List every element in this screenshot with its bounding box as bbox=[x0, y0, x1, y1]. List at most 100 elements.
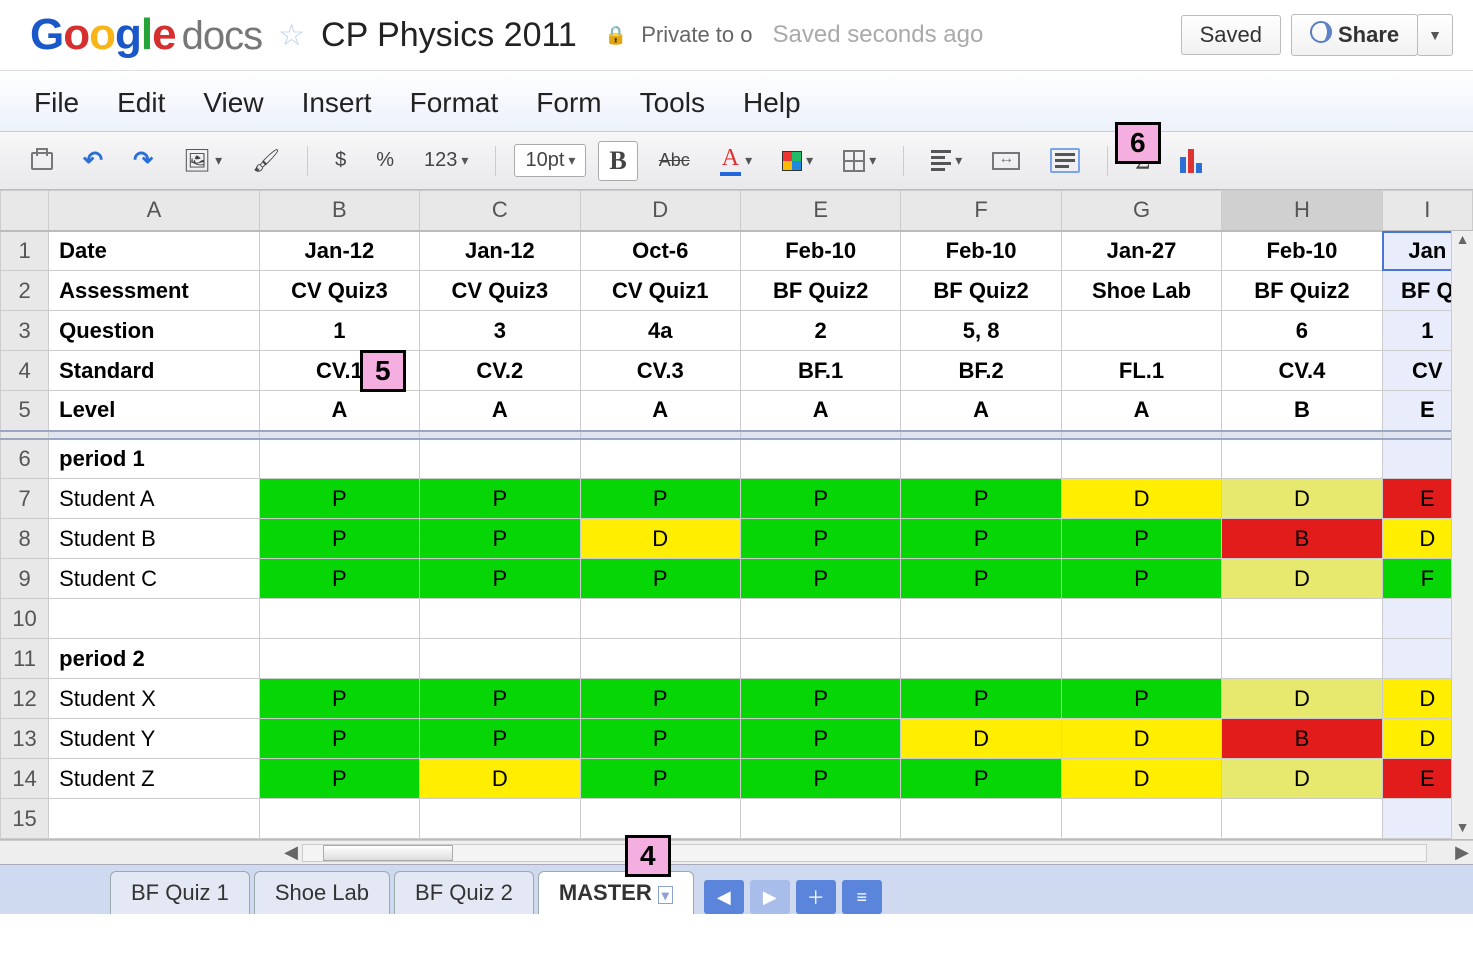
cell[interactable] bbox=[1061, 639, 1221, 679]
print-button[interactable] bbox=[22, 147, 62, 175]
sheet-tab-menu-icon[interactable]: ▾ bbox=[658, 886, 673, 904]
cell[interactable] bbox=[259, 639, 419, 679]
strikethrough-button[interactable]: Abc bbox=[650, 145, 699, 176]
col-header-I[interactable]: I bbox=[1382, 191, 1472, 231]
cell[interactable] bbox=[420, 799, 580, 839]
cell[interactable]: Student A bbox=[49, 479, 260, 519]
cell[interactable]: P bbox=[740, 559, 900, 599]
cell[interactable]: CV.3 bbox=[580, 351, 740, 391]
cell[interactable]: Standard bbox=[49, 351, 260, 391]
row-header[interactable]: 2 bbox=[1, 271, 49, 311]
cell[interactable]: Student Z bbox=[49, 759, 260, 799]
sheet-tab[interactable]: MASTER▾ bbox=[538, 871, 694, 914]
cell[interactable] bbox=[1222, 439, 1382, 479]
cell[interactable]: P bbox=[1061, 519, 1221, 559]
cell[interactable] bbox=[901, 599, 1061, 639]
cell[interactable]: Jan-27 bbox=[1061, 231, 1221, 271]
cell[interactable] bbox=[580, 799, 740, 839]
cell[interactable]: Student X bbox=[49, 679, 260, 719]
text-color-button[interactable]: A ▾ bbox=[711, 140, 761, 181]
cell[interactable]: BF Quiz2 bbox=[740, 271, 900, 311]
row-header[interactable]: 12 bbox=[1, 679, 49, 719]
cell[interactable]: Jan-12 bbox=[259, 231, 419, 271]
cell[interactable]: BF Quiz2 bbox=[901, 271, 1061, 311]
sheet-tab[interactable]: BF Quiz 2 bbox=[394, 871, 534, 914]
col-header-C[interactable]: C bbox=[420, 191, 580, 231]
col-header-F[interactable]: F bbox=[901, 191, 1061, 231]
cell[interactable]: period 1 bbox=[49, 439, 260, 479]
cell[interactable]: P bbox=[901, 519, 1061, 559]
cell[interactable] bbox=[740, 799, 900, 839]
cell[interactable] bbox=[259, 799, 419, 839]
cell[interactable] bbox=[1222, 799, 1382, 839]
row-header[interactable]: 7 bbox=[1, 479, 49, 519]
cell[interactable] bbox=[901, 639, 1061, 679]
cell[interactable] bbox=[580, 599, 740, 639]
cell[interactable]: P bbox=[901, 559, 1061, 599]
cell[interactable]: P bbox=[259, 479, 419, 519]
cell[interactable] bbox=[49, 599, 260, 639]
cell[interactable]: Question bbox=[49, 311, 260, 351]
col-header-H[interactable]: H bbox=[1222, 191, 1382, 231]
cell[interactable]: D bbox=[420, 759, 580, 799]
cell[interactable] bbox=[1061, 799, 1221, 839]
document-title[interactable]: CP Physics 2011 bbox=[321, 16, 577, 55]
cell[interactable]: P bbox=[740, 759, 900, 799]
row-header[interactable]: 15 bbox=[1, 799, 49, 839]
cell[interactable]: CV Quiz1 bbox=[580, 271, 740, 311]
cell[interactable]: Feb-10 bbox=[1222, 231, 1382, 271]
cell[interactable]: Student C bbox=[49, 559, 260, 599]
row-header[interactable]: 6 bbox=[1, 439, 49, 479]
tab-list[interactable]: ≡ bbox=[842, 880, 882, 914]
cell[interactable] bbox=[580, 439, 740, 479]
cell[interactable]: Student Y bbox=[49, 719, 260, 759]
cell[interactable] bbox=[740, 439, 900, 479]
menu-view[interactable]: View bbox=[203, 87, 263, 119]
cell[interactable]: P bbox=[580, 759, 740, 799]
sheet-tab[interactable]: Shoe Lab bbox=[254, 871, 390, 914]
redo-button[interactable]: ↷ bbox=[124, 141, 162, 180]
cell[interactable]: Jan-12 bbox=[420, 231, 580, 271]
cell[interactable]: A bbox=[1061, 391, 1221, 431]
cell[interactable]: Level bbox=[49, 391, 260, 431]
cell[interactable]: BF.1 bbox=[740, 351, 900, 391]
cell[interactable]: D bbox=[1222, 679, 1382, 719]
cell[interactable] bbox=[1061, 439, 1221, 479]
col-header-B[interactable]: B bbox=[259, 191, 419, 231]
percent-button[interactable]: % bbox=[367, 144, 403, 177]
cell[interactable]: D bbox=[1061, 719, 1221, 759]
col-header-A[interactable]: A bbox=[49, 191, 260, 231]
cell[interactable]: Student B bbox=[49, 519, 260, 559]
font-size-select[interactable]: 10pt ▾ bbox=[514, 144, 586, 177]
share-dropdown[interactable]: ▼ bbox=[1417, 14, 1453, 56]
cell[interactable]: P bbox=[420, 479, 580, 519]
cell[interactable] bbox=[420, 639, 580, 679]
cell[interactable]: P bbox=[580, 479, 740, 519]
cell[interactable]: A bbox=[580, 391, 740, 431]
cell[interactable]: CV.2 bbox=[420, 351, 580, 391]
share-button[interactable]: Share bbox=[1291, 14, 1418, 56]
cell[interactable]: period 2 bbox=[49, 639, 260, 679]
cell[interactable] bbox=[420, 599, 580, 639]
cell[interactable] bbox=[1061, 311, 1221, 351]
borders-button[interactable]: ▾ bbox=[834, 145, 885, 177]
col-header-G[interactable]: G bbox=[1061, 191, 1221, 231]
cell[interactable]: D bbox=[901, 719, 1061, 759]
format-brush-button[interactable]: 🖌 bbox=[243, 143, 289, 179]
cell[interactable] bbox=[740, 639, 900, 679]
row-header[interactable]: 8 bbox=[1, 519, 49, 559]
cell[interactable]: 2 bbox=[740, 311, 900, 351]
cell[interactable]: P bbox=[420, 519, 580, 559]
cell[interactable]: P bbox=[580, 719, 740, 759]
cell[interactable]: P bbox=[259, 679, 419, 719]
cell[interactable]: D bbox=[1061, 759, 1221, 799]
cell[interactable]: P bbox=[420, 559, 580, 599]
cell[interactable]: FL.1 bbox=[1061, 351, 1221, 391]
cell[interactable]: Feb-10 bbox=[740, 231, 900, 271]
cell[interactable] bbox=[740, 599, 900, 639]
cell[interactable]: D bbox=[1061, 479, 1221, 519]
cell[interactable]: A bbox=[420, 391, 580, 431]
chart-button[interactable] bbox=[1171, 144, 1213, 178]
cell[interactable] bbox=[580, 639, 740, 679]
cell[interactable]: D bbox=[1222, 559, 1382, 599]
